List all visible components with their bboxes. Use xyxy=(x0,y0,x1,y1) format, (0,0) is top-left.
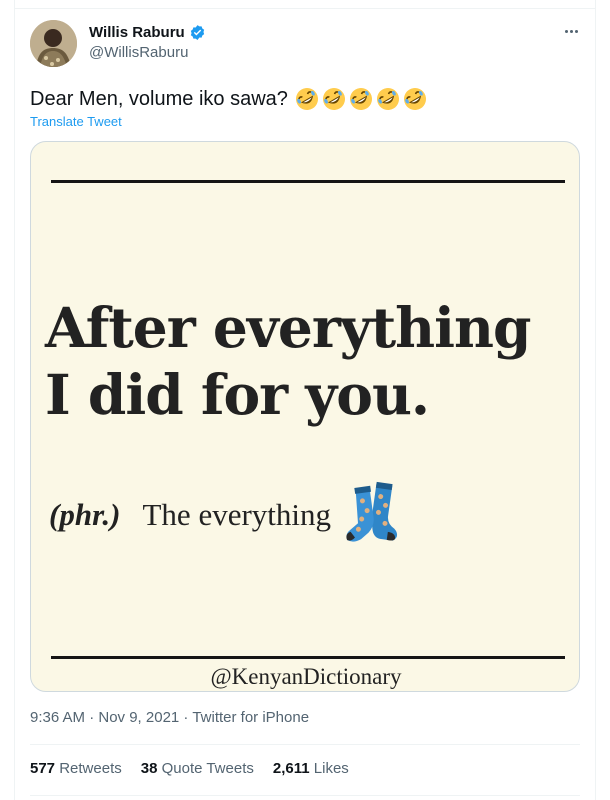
author-name-row[interactable]: Willis Raburu xyxy=(89,24,206,41)
tweet-text: Dear Men, volume iko sawa? xyxy=(30,86,428,112)
media-watermark: @KenyanDictionary xyxy=(210,664,402,689)
stats-divider xyxy=(30,795,580,796)
tweet-meta: 9:36 AM · Nov 9, 2021 · Twitter for iPho… xyxy=(30,709,309,726)
quote-tweets-count: 38 xyxy=(140,760,158,777)
rolling-on-floor-laughing-emoji-icon xyxy=(295,87,318,110)
likes-stat[interactable]: 2,611 Likes xyxy=(273,760,349,777)
translate-tweet-link[interactable]: Translate Tweet xyxy=(30,114,122,129)
rolling-on-floor-laughing-emoji-icon xyxy=(403,87,426,110)
avatar[interactable] xyxy=(30,20,77,67)
definition-text: The everything xyxy=(142,497,332,532)
emoji-row xyxy=(294,86,428,112)
retweets-label: Retweets xyxy=(59,760,122,777)
part-of-speech: (phr.) xyxy=(49,497,121,532)
retweets-count: 577 xyxy=(30,760,56,777)
meta-separator: · xyxy=(179,709,193,726)
verified-badge-icon xyxy=(190,25,204,40)
tweet-stats: 577 Retweets 38 Quote Tweets 2,611 Likes xyxy=(30,760,349,777)
media-definition: (phr.) The everything xyxy=(49,481,405,545)
rolling-on-floor-laughing-emoji-icon xyxy=(376,87,399,110)
quote-tweets-stat[interactable]: 38 Quote Tweets xyxy=(141,760,254,777)
media-headline: After everything I did for you. xyxy=(45,294,531,428)
likes-label: Likes xyxy=(313,760,349,777)
media-image[interactable]: After everything I did for you. (phr.) T… xyxy=(30,141,580,692)
tweet-text-body: Dear Men, volume iko sawa? xyxy=(30,87,288,110)
avatar-image xyxy=(30,20,77,67)
rolling-on-floor-laughing-emoji-icon xyxy=(322,87,345,110)
top-rule-line xyxy=(51,180,565,183)
meta-divider xyxy=(30,744,580,745)
display-name[interactable]: Willis Raburu xyxy=(89,24,185,41)
tweet-source[interactable]: Twitter for iPhone xyxy=(192,709,309,726)
more-options-icon[interactable] xyxy=(560,22,582,40)
likes-count: 2,611 xyxy=(272,760,310,777)
retweets-stat[interactable]: 577 Retweets xyxy=(30,760,122,777)
headline-line-1: After everything xyxy=(45,295,531,360)
rolling-on-floor-laughing-emoji-icon xyxy=(349,87,372,110)
author-handle[interactable]: @WillisRaburu xyxy=(89,44,188,61)
tweet-timestamp[interactable]: 9:36 AM · Nov 9, 2021 xyxy=(30,709,179,726)
quote-tweets-label: Quote Tweets xyxy=(161,760,254,777)
headline-line-2: I did for you. xyxy=(45,362,430,427)
socks-icon xyxy=(346,481,398,542)
bottom-rule-line xyxy=(51,656,565,659)
